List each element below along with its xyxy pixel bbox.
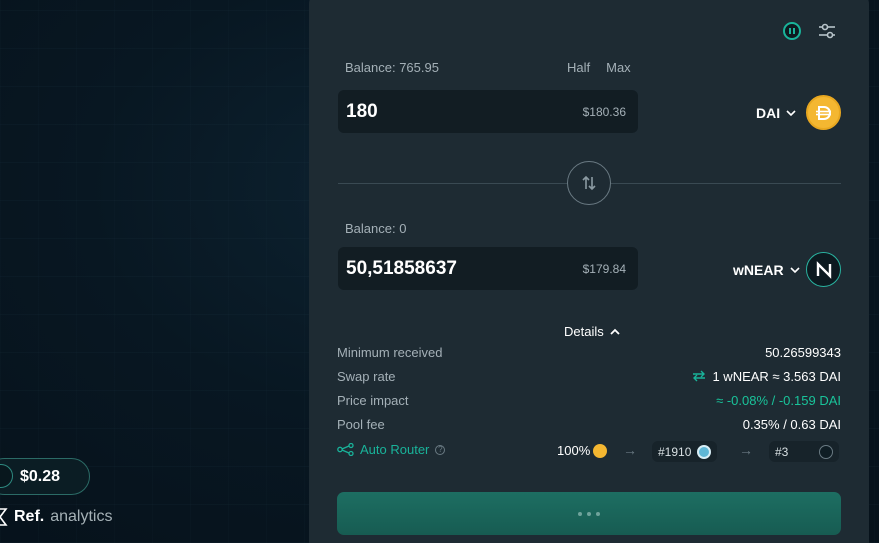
detail-minimum-received: Minimum received 50.26599343 [337, 345, 841, 363]
ref-logo-icon [0, 508, 8, 526]
to-usd-value: $179.84 [582, 262, 626, 276]
ref-coin-icon [0, 464, 13, 488]
dai-logo-icon [815, 105, 831, 120]
loading-dot-icon [587, 511, 591, 516]
near-logo-icon [816, 260, 831, 279]
detail-swap-rate: Swap rate 1 wNEAR ≈ 3.563 DAI [337, 369, 841, 387]
help-icon[interactable]: ? [435, 444, 446, 455]
panel-top-controls [783, 21, 837, 41]
swap-submit-button[interactable] [337, 492, 841, 535]
chevron-down-icon [789, 266, 800, 273]
auto-router-text: Auto Router [360, 442, 430, 457]
to-amount-input[interactable]: 50,51858637 $179.84 [338, 247, 638, 290]
near-token-mini-icon [819, 444, 833, 459]
swap-direction-button[interactable] [567, 161, 611, 205]
swap-arrows-icon [582, 175, 596, 191]
detail-label: Swap rate [337, 369, 396, 384]
analytics-brand: Ref. [14, 508, 45, 525]
analytics-label: analytics [50, 508, 113, 525]
to-amount-value: 50,51858637 [346, 258, 457, 279]
amount-shortcuts: Half Max [567, 60, 631, 75]
swap-rate-value: 1 wNEAR ≈ 3.563 DAI [712, 369, 841, 384]
auto-router-row: Auto Router ? 100% → #1910 → #3 [337, 441, 841, 462]
ref-analytics-link[interactable]: Ref. analytics [0, 507, 112, 527]
detail-value: 0.35% / 0.63 DAI [742, 417, 841, 432]
chevron-up-icon [610, 328, 620, 335]
from-token-symbol: DAI [756, 105, 781, 121]
to-token-symbol: wNEAR [733, 262, 784, 278]
route-percent-value: 100% [557, 443, 591, 458]
swap-rate-toggle-icon [693, 370, 706, 382]
detail-value: 50.26599343 [765, 345, 841, 360]
from-usd-value: $180.36 [582, 105, 626, 119]
router-icon [337, 443, 354, 456]
from-amount-value: 180 [346, 101, 378, 122]
loading-dot-icon [596, 511, 600, 516]
loading-dot-icon [578, 511, 582, 516]
route-pool-id: #1910 [658, 444, 692, 459]
chevron-down-icon [786, 109, 796, 116]
max-button[interactable]: Max [606, 60, 631, 75]
detail-pool-fee: Pool fee 0.35% / 0.63 DAI [337, 417, 841, 435]
from-amount-input[interactable]: 180 $180.36 [338, 90, 638, 133]
details-label: Details [564, 324, 604, 339]
detail-price-impact: Price impact ≈ -0.08% / -0.159 DAI [337, 393, 841, 411]
from-balance: Balance: 765.95 [345, 60, 439, 75]
to-token-selector[interactable]: wNEAR [733, 262, 800, 278]
ref-price-pill[interactable]: $0.28 [0, 458, 90, 495]
detail-label: Price impact [337, 393, 409, 408]
route-arrow-icon: → [623, 442, 637, 458]
detail-label: Minimum received [337, 345, 443, 360]
route-pool-pill: #3 [769, 441, 839, 462]
detail-value-wrap[interactable]: 1 wNEAR ≈ 3.563 DAI [692, 369, 841, 384]
route-arrow-icon: → [739, 442, 753, 458]
settings-sliders-icon[interactable] [817, 21, 837, 41]
half-button[interactable]: Half [567, 60, 590, 75]
dai-mini-icon [593, 443, 608, 458]
pause-icon[interactable] [783, 22, 801, 40]
detail-value: ≈ -0.08% / -0.159 DAI [716, 393, 841, 408]
route-pool-id: #3 [775, 444, 789, 459]
details-toggle[interactable]: Details [564, 324, 620, 339]
from-token-selector[interactable]: DAI [756, 105, 796, 121]
ref-price: $0.28 [20, 468, 61, 485]
detail-label: Pool fee [337, 417, 385, 432]
dai-coin-icon[interactable] [806, 95, 841, 130]
route-percent: 100% [557, 443, 608, 458]
ref-token-mini-icon [697, 444, 712, 459]
to-balance: Balance: 0 [345, 221, 407, 236]
wnear-coin-icon[interactable] [806, 252, 841, 287]
auto-router-label[interactable]: Auto Router ? [337, 442, 446, 457]
route-pool-pill: #1910 [652, 441, 718, 462]
